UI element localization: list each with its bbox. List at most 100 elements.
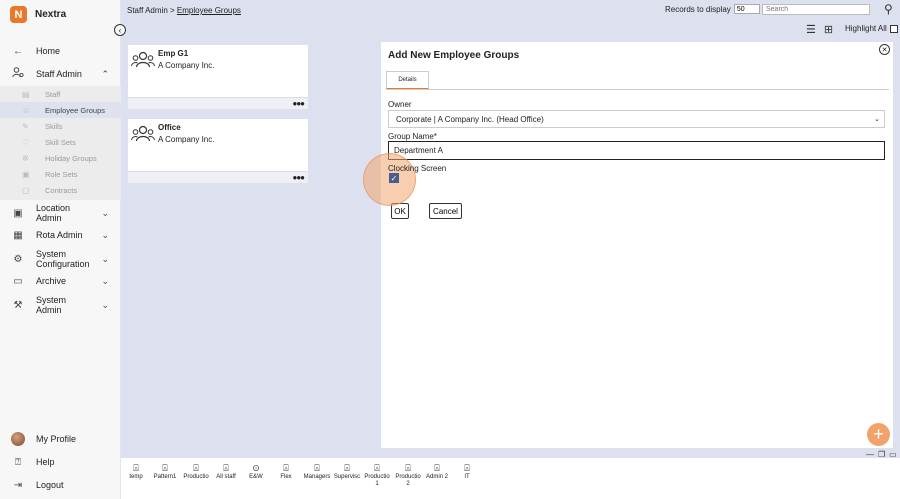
owner-label: Owner bbox=[388, 100, 412, 109]
search-icon[interactable]: ⚲ bbox=[884, 2, 893, 16]
tray-item[interactable]: ⍓ temp bbox=[122, 463, 150, 481]
sidebar-item-label: Location Admin bbox=[36, 203, 71, 223]
person-icon: ⍓ bbox=[314, 463, 320, 473]
sidebar-item-archive[interactable]: ▭ Archive ⌄ bbox=[0, 275, 121, 287]
tray-item[interactable]: ⍓ Productio bbox=[182, 463, 210, 481]
skills-icon: ✎ bbox=[22, 121, 29, 131]
breadcrumb-parent[interactable]: Staff Admin > bbox=[127, 6, 177, 15]
tray-item[interactable]: ⍓ Admin 2 bbox=[423, 463, 451, 481]
chevron-down-icon: ⌄ bbox=[101, 207, 109, 218]
grid-view-icon[interactable]: ⊞ bbox=[824, 23, 833, 36]
group-name-input[interactable]: Department A bbox=[388, 141, 885, 160]
skill-sets-icon: ♡ bbox=[22, 137, 30, 147]
tray-item[interactable]: ⍓ Productio 2 bbox=[394, 463, 422, 488]
sidebar-item-label: Staff Admin bbox=[36, 69, 82, 79]
group-name: Office bbox=[158, 123, 181, 132]
close-dialog-button[interactable]: ✕ bbox=[879, 44, 890, 55]
archive-icon: ▭ bbox=[13, 275, 23, 287]
tray-item[interactable]: ⍓ Supervisc bbox=[333, 463, 361, 481]
more-options-icon[interactable]: ●●● bbox=[293, 99, 305, 108]
sidebar-item-rota-admin[interactable]: ▦ Rota Admin ⌄ bbox=[0, 229, 121, 241]
group-card[interactable]: Emp G1 A Company Inc. ●●● bbox=[128, 45, 308, 109]
card-footer: ●●● bbox=[128, 97, 308, 109]
submenu-label: Role Sets bbox=[45, 169, 78, 179]
highlight-all-label: Highlight All bbox=[845, 24, 887, 33]
tray-item[interactable]: ⊙ E&W bbox=[242, 463, 270, 481]
contracts-icon: ▢ bbox=[22, 185, 30, 195]
submenu-item-skill-sets[interactable]: ♡ Skill Sets bbox=[0, 134, 121, 150]
brand[interactable]: N Nextra bbox=[10, 6, 66, 23]
person-icon: ⍓ bbox=[162, 463, 168, 473]
tray-label: Productio 1 bbox=[364, 474, 390, 487]
records-input[interactable] bbox=[733, 4, 760, 14]
submenu-item-contracts[interactable]: ▢ Contracts bbox=[0, 182, 121, 198]
chevron-down-icon: ⌄ bbox=[101, 275, 109, 286]
person-icon: ⍓ bbox=[133, 463, 139, 473]
group-name: Emp G1 bbox=[158, 49, 189, 58]
owner-select[interactable]: Corporate | A Company Inc. (Head Office)… bbox=[388, 110, 885, 128]
tray-item[interactable]: ⍓ Productio 1 bbox=[363, 463, 391, 488]
group-card[interactable]: Office A Company Inc. ●●● bbox=[128, 119, 308, 183]
highlight-all-checkbox[interactable] bbox=[889, 24, 898, 33]
tray-item[interactable]: ⍓ All staff bbox=[212, 463, 240, 481]
location-pin-icon: ⊙ bbox=[252, 463, 260, 473]
submenu-label: Skill Sets bbox=[45, 137, 76, 147]
tab-divider bbox=[386, 89, 889, 90]
cancel-button[interactable]: Cancel bbox=[429, 203, 462, 219]
submenu-item-role-sets[interactable]: ▣ Role Sets bbox=[0, 166, 121, 182]
arrow-left-icon: ← bbox=[13, 45, 23, 57]
people-icon bbox=[131, 125, 155, 148]
help-icon: ⍰ bbox=[15, 456, 21, 468]
wrench-icon: ⚒ bbox=[13, 299, 23, 311]
role-sets-icon: ▣ bbox=[22, 169, 30, 179]
sidebar-item-logout[interactable]: ⇥ Logout bbox=[0, 479, 121, 491]
tray-label: E&W bbox=[249, 474, 263, 480]
submenu-label: Skills bbox=[45, 121, 63, 131]
breadcrumb-current[interactable]: Employee Groups bbox=[177, 6, 241, 15]
sidebar-item-system-admin[interactable]: ⚒ System Admin ⌄ bbox=[0, 295, 121, 315]
person-icon: ⍓ bbox=[434, 463, 440, 473]
person-icon: ⍓ bbox=[223, 463, 229, 473]
clocking-screen-checkbox[interactable]: ✓ bbox=[389, 173, 399, 183]
tab-details[interactable]: Details bbox=[386, 71, 429, 90]
tray-label: temp bbox=[129, 474, 143, 480]
highlight-all[interactable]: Highlight All bbox=[845, 24, 898, 33]
records-to-display: Records to display bbox=[665, 4, 760, 14]
group-name-label: Group Name* bbox=[388, 132, 437, 141]
collapse-sidebar-button[interactable]: ‹ bbox=[114, 24, 126, 36]
person-icon: ⍓ bbox=[405, 463, 411, 473]
gear-icon: ⚙ bbox=[13, 253, 23, 265]
more-options-icon[interactable]: ●●● bbox=[293, 173, 305, 182]
sidebar-item-staff-admin[interactable]: Staff Admin ⌃ bbox=[0, 67, 121, 80]
add-button[interactable]: + bbox=[867, 423, 890, 446]
staff-icon: ▤ bbox=[22, 89, 30, 99]
sidebar-item-label: Home bbox=[36, 46, 61, 56]
sidebar-item-help[interactable]: ⍰ Help bbox=[0, 456, 121, 468]
calendar-icon: ▦ bbox=[13, 229, 23, 241]
tray-label: All staff bbox=[216, 474, 236, 480]
sidebar-item-label: Rota Admin bbox=[36, 230, 83, 240]
list-view-icon[interactable]: ☰ bbox=[806, 23, 816, 36]
tray-item[interactable]: ⍓ IT bbox=[453, 463, 481, 481]
submenu-item-skills[interactable]: ✎ Skills bbox=[0, 118, 121, 134]
submenu-label: Holiday Groups bbox=[45, 153, 97, 163]
person-icon: ⍓ bbox=[283, 463, 289, 473]
submenu-label: Staff bbox=[45, 89, 61, 99]
tray-item[interactable]: ⍓ Managers bbox=[303, 463, 331, 481]
sidebar-item-location-admin[interactable]: ▣ Location Admin ⌄ bbox=[0, 203, 121, 223]
submenu-item-holiday-groups[interactable]: ✲ Holiday Groups bbox=[0, 150, 121, 166]
records-label: Records to display bbox=[665, 4, 731, 14]
sidebar-item-my-profile[interactable]: My Profile bbox=[0, 432, 121, 446]
submenu-label: Employee Groups bbox=[45, 105, 106, 115]
tray-item[interactable]: ⍓ Pattern1 bbox=[151, 463, 179, 481]
submenu-item-staff[interactable]: ▤ Staff bbox=[0, 86, 121, 102]
submenu-item-employee-groups[interactable]: ☺ Employee Groups bbox=[0, 102, 121, 118]
nextra-logo-icon: N bbox=[10, 6, 27, 23]
chevron-left-icon: ‹ bbox=[118, 25, 122, 35]
sidebar-item-system-configuration[interactable]: ⚙ System Configuration ⌄ bbox=[0, 249, 121, 269]
staff-admin-submenu: ▤ Staff ☺ Employee Groups ✎ Skills ♡ Ski… bbox=[0, 86, 121, 200]
sidebar-item-home[interactable]: ← Home bbox=[0, 45, 121, 57]
search-input[interactable] bbox=[762, 4, 870, 15]
app-name: Nextra bbox=[35, 9, 67, 20]
tray-item[interactable]: ⍓ Flex bbox=[272, 463, 300, 481]
